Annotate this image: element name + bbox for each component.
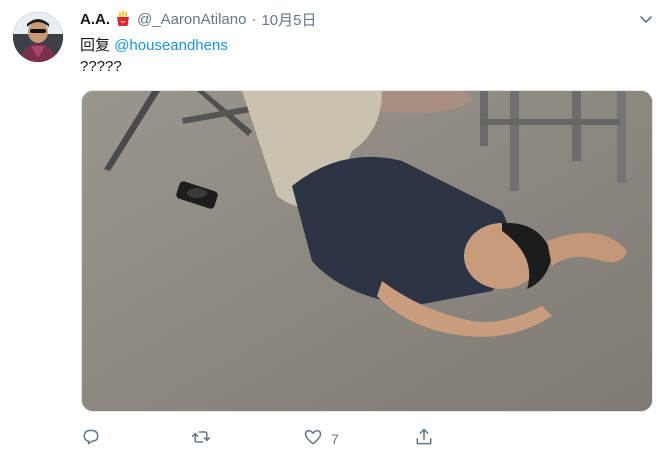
- reply-icon: [81, 427, 101, 452]
- timestamp[interactable]: 10月5日: [261, 9, 316, 30]
- tweet-text: ?????: [80, 58, 122, 75]
- tweet[interactable]: A.A. @_AaronAtilano · 10月5日 回复 @houseand…: [0, 0, 668, 451]
- heart-icon: [303, 427, 323, 452]
- share-button[interactable]: [414, 428, 442, 450]
- user-handle[interactable]: @_AaronAtilano: [137, 11, 246, 28]
- avatar-image: [13, 12, 63, 62]
- reply-prefix: 回复: [80, 37, 111, 54]
- reply-button[interactable]: [81, 428, 109, 450]
- video-frame: [82, 91, 652, 411]
- avatar[interactable]: [13, 12, 63, 62]
- separator-dot: ·: [251, 10, 257, 28]
- reply-mention-link[interactable]: @houseandhens: [114, 37, 228, 54]
- share-icon: [414, 427, 434, 452]
- chevron-down-icon[interactable]: [638, 11, 654, 27]
- retweet-icon: [191, 427, 211, 452]
- like-count: 7: [331, 431, 339, 447]
- like-button[interactable]: 7: [303, 428, 339, 450]
- tweet-actions: 7: [80, 428, 500, 452]
- fries-emoji-icon: [115, 11, 131, 27]
- tweet-media-video[interactable]: [81, 90, 653, 412]
- reply-context: 回复 @houseandhens: [80, 34, 228, 54]
- display-name[interactable]: A.A.: [80, 11, 110, 28]
- retweet-button[interactable]: [191, 428, 219, 450]
- tweet-header: A.A. @_AaronAtilano · 10月5日: [80, 9, 658, 29]
